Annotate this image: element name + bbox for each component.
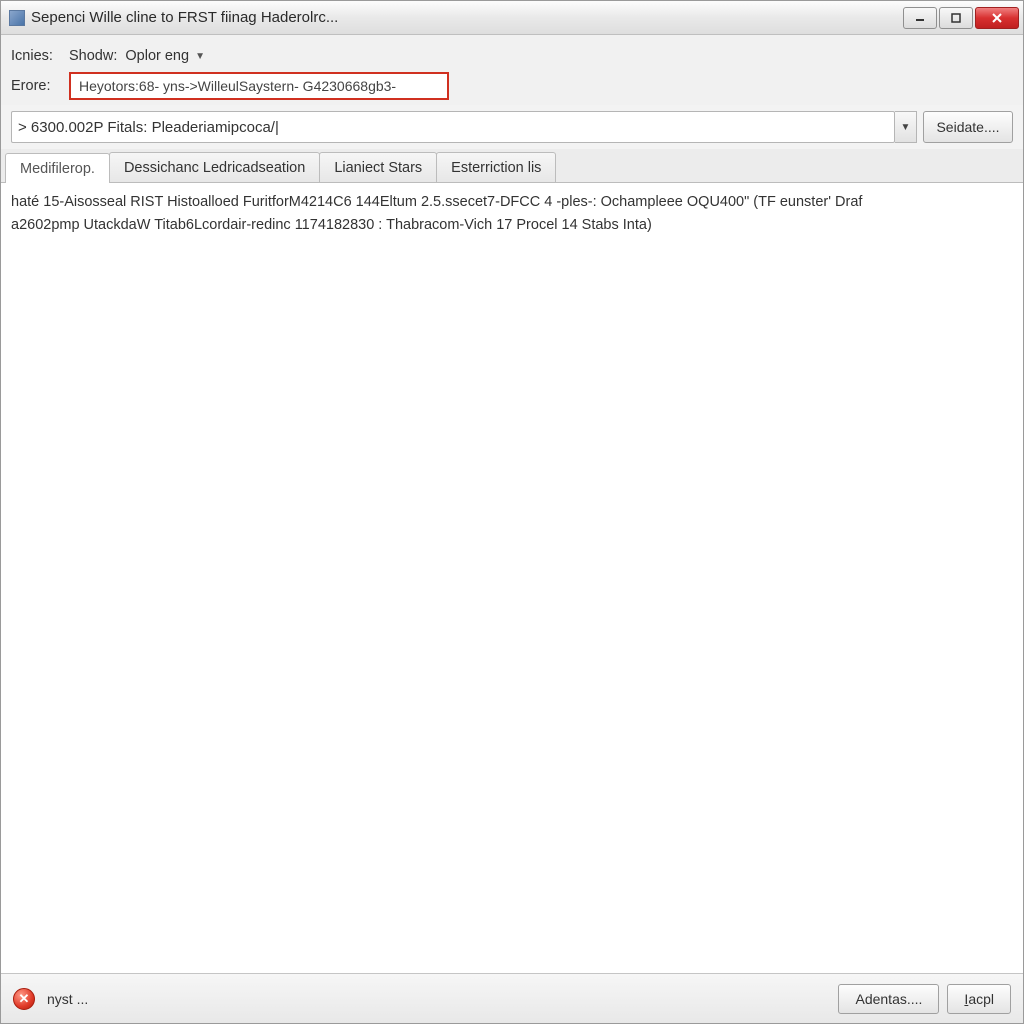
nyst-button[interactable]: nyst ... [39,984,96,1014]
minimize-icon [915,13,925,23]
tabstrip: Medifilerop. Dessichanc Ledricadseation … [1,149,1023,183]
close-button[interactable] [975,7,1019,29]
tab-label: Dessichanc Ledricadseation [124,160,305,176]
tab-medifilerop[interactable]: Medifilerop. [5,153,110,183]
tab-lianiect[interactable]: Lianiect Stars [319,152,437,182]
address-row: > 6300.002P Fitals: Pleaderiamipcoca/| ▼… [1,105,1023,149]
seidate-button[interactable]: Seidate.... [923,111,1013,143]
tab-label: Lianiect Stars [334,160,422,176]
maximize-button[interactable] [939,7,973,29]
config-area: Icnies: Shodw: Oplor eng ▼ Erore: Heyoto… [1,35,1023,105]
footer-right: Adentas.... Iacpl [838,984,1011,1014]
erore-label: Erore: [11,78,61,94]
content-panel: haté 15-Aisosseal RIST Histoalloed Furit… [1,183,1023,973]
tab-dessichanc[interactable]: Dessichanc Ledricadseation [109,152,320,182]
app-icon [9,10,25,26]
footer: ✕ nyst ... Adentas.... Iacpl [1,973,1023,1023]
show-row: Icnies: Shodw: Oplor eng ▼ [11,41,1013,71]
minimize-button[interactable] [903,7,937,29]
window-controls [901,7,1019,29]
show-dropdown-value: Oplor eng [125,48,189,64]
tab-esterriction[interactable]: Esterriction lis [436,152,556,182]
address-input[interactable]: > 6300.002P Fitals: Pleaderiamipcoca/| [11,111,895,143]
app-window: Sepenci Wille cline to FRST fiinag Hader… [0,0,1024,1024]
error-icon: ✕ [13,988,35,1010]
content-line: a2602pmp UtackdaW Titab6Lcordair-redinc … [11,214,1013,237]
address-dropdown-button[interactable]: ▼ [895,111,917,143]
address-text: > 6300.002P Fitals: Pleaderiamipcoca/| [18,119,279,136]
tab-label: Esterriction lis [451,160,541,176]
close-icon [991,12,1003,24]
maximize-icon [951,13,961,23]
adentas-button[interactable]: Adentas.... [838,984,939,1014]
chevron-down-icon: ▼ [195,51,205,62]
tab-label: Medifilerop. [20,161,95,177]
show-label: Shodw: [69,48,117,64]
error-box[interactable]: Heyotors:68- yns->WilleulSaystern- G4230… [69,72,449,100]
iacpl-button[interactable]: Iacpl [947,984,1011,1014]
error-row: Erore: Heyotors:68- yns->WilleulSaystern… [11,71,1013,101]
error-value: Heyotors:68- yns->WilleulSaystern- G4230… [79,78,396,94]
button-text-rest: acpl [968,991,994,1007]
chevron-down-icon: ▼ [901,122,911,133]
titlebar: Sepenci Wille cline to FRST fiinag Hader… [1,1,1023,35]
icnies-label: Icnies: [11,48,61,64]
content-line: haté 15-Aisosseal RIST Histoalloed Furit… [11,191,1013,214]
footer-left: ✕ nyst ... [13,984,832,1014]
show-dropdown[interactable]: Oplor eng ▼ [125,48,205,64]
window-title: Sepenci Wille cline to FRST fiinag Hader… [31,9,901,26]
